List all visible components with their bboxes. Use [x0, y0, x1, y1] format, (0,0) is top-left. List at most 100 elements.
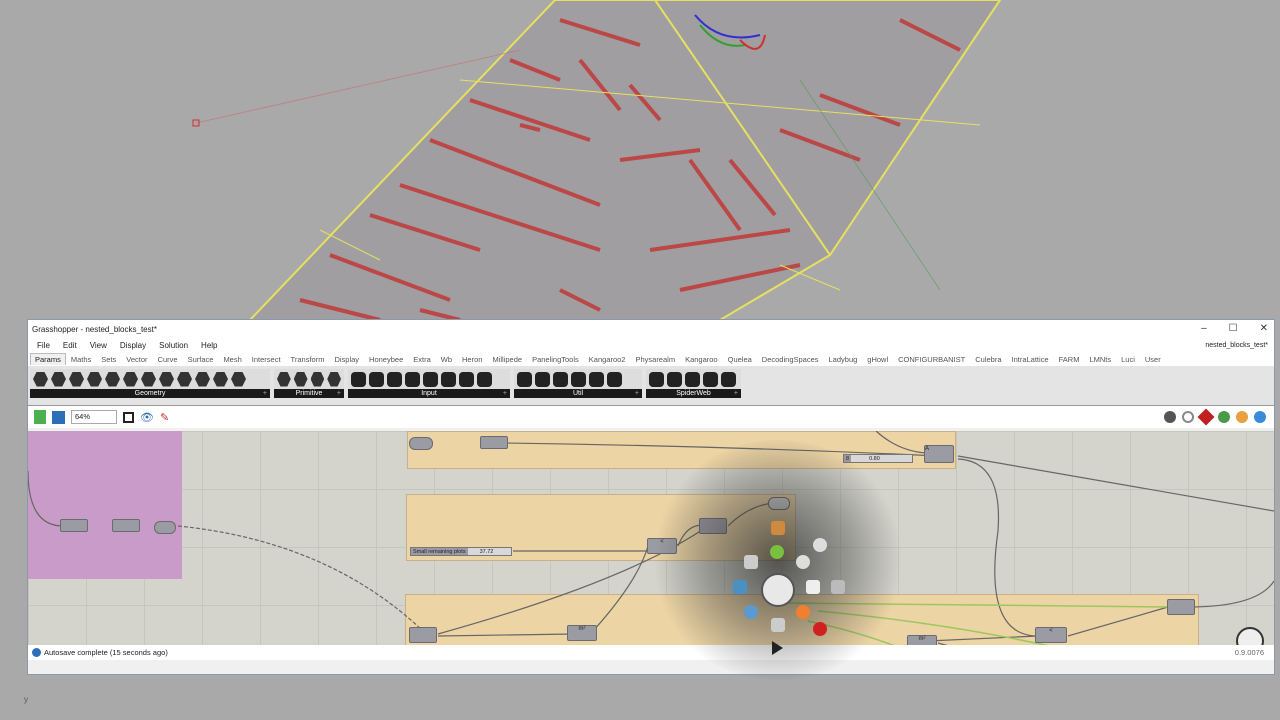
delete-icon[interactable]	[831, 580, 845, 594]
tab-ladybug[interactable]: Ladybug	[824, 355, 863, 364]
component-icon[interactable]	[277, 371, 291, 387]
save-file-icon[interactable]	[52, 410, 65, 424]
component-icon[interactable]	[159, 371, 174, 387]
tab-farm[interactable]: FARM	[1054, 355, 1085, 364]
radial-center-button[interactable]	[761, 573, 795, 607]
tab-display[interactable]: Display	[329, 355, 364, 364]
component[interactable]	[1167, 599, 1195, 615]
tab-extra[interactable]: Extra	[408, 355, 436, 364]
tab-lmnts[interactable]: LMNts	[1084, 355, 1116, 364]
component-icon[interactable]	[387, 371, 402, 387]
tab-kangaroo2[interactable]: Kangaroo2	[584, 355, 631, 364]
tab-heron[interactable]: Heron	[457, 355, 487, 364]
component[interactable]	[112, 519, 140, 532]
tab-vector[interactable]: Vector	[121, 355, 152, 364]
component-icon[interactable]	[571, 371, 586, 387]
tab-culebra[interactable]: Culebra	[970, 355, 1006, 364]
component-icon[interactable]	[310, 371, 325, 387]
component-icon[interactable]	[477, 371, 492, 387]
tab-intersect[interactable]: Intersect	[247, 355, 286, 364]
tab-surface[interactable]: Surface	[183, 355, 219, 364]
pin-icon[interactable]	[813, 622, 827, 636]
component-icon[interactable]	[369, 371, 384, 387]
close-button[interactable]: ✕	[1260, 323, 1268, 334]
settings-icon[interactable]	[744, 555, 758, 569]
component-icon[interactable]	[33, 371, 48, 387]
component-icon[interactable]	[351, 371, 366, 387]
tab-panelingtools[interactable]: PanelingTools	[527, 355, 584, 364]
component-icon[interactable]	[327, 371, 341, 387]
component-icon[interactable]	[685, 371, 700, 387]
preview-off-icon[interactable]	[1182, 411, 1194, 423]
tab-maths[interactable]: Maths	[66, 355, 96, 364]
tab-configurbanist[interactable]: CONFIGURBANIST	[893, 355, 970, 364]
component-icon[interactable]	[87, 371, 102, 387]
open-file-icon[interactable]	[34, 410, 46, 424]
component-icon[interactable]	[423, 371, 438, 387]
maximize-button[interactable]: ☐	[1229, 323, 1238, 334]
box-icon[interactable]	[771, 521, 785, 535]
component-icon[interactable]	[441, 371, 456, 387]
component-icon[interactable]	[293, 371, 308, 387]
component-icon[interactable]	[105, 371, 120, 387]
panel-label[interactable]: Input	[348, 389, 510, 398]
tab-kangaroo[interactable]: Kangaroo	[680, 355, 723, 364]
component[interactable]	[409, 627, 437, 643]
component-icon[interactable]	[213, 371, 228, 387]
component-icon[interactable]	[607, 371, 622, 387]
component[interactable]	[409, 437, 433, 450]
play-icon[interactable]	[772, 641, 783, 655]
minimize-button[interactable]: –	[1201, 323, 1207, 334]
panel-label[interactable]: Primitive	[274, 389, 344, 398]
panel-label[interactable]: Util	[514, 389, 642, 398]
tab-quelea[interactable]: Quelea	[723, 355, 757, 364]
component-icon[interactable]	[721, 371, 736, 387]
zoom-extents-icon[interactable]	[123, 411, 134, 423]
tab-decodingspaces[interactable]: DecodingSpaces	[757, 355, 824, 364]
helmet-icon[interactable]	[813, 538, 827, 552]
component-icon[interactable]	[123, 371, 138, 387]
menu-view[interactable]: View	[90, 341, 107, 350]
panel-label[interactable]: Geometry	[30, 389, 270, 398]
map-icon[interactable]	[733, 580, 747, 594]
component-icon[interactable]	[459, 371, 474, 387]
component-icon[interactable]	[589, 371, 604, 387]
component-icon[interactable]	[405, 371, 420, 387]
component-icon[interactable]	[667, 371, 682, 387]
component-icon[interactable]	[141, 371, 156, 387]
component-icon[interactable]	[195, 371, 210, 387]
component-icon[interactable]	[703, 371, 718, 387]
preview-mesh-icon[interactable]	[1236, 411, 1248, 423]
preview-shaded-icon[interactable]	[1197, 408, 1215, 426]
zoom-select[interactable]: 64%	[71, 410, 117, 424]
number-slider-small-plots[interactable]: Small remaining plots 37.72	[410, 547, 512, 556]
component[interactable]	[60, 519, 88, 532]
component-icon[interactable]	[553, 371, 568, 387]
component-icon[interactable]	[231, 371, 246, 387]
component-icon[interactable]	[535, 371, 550, 387]
component-less-than[interactable]: <	[1035, 627, 1067, 643]
component-icon[interactable]	[649, 371, 664, 387]
preview-wire-icon[interactable]	[1164, 411, 1176, 423]
component-icon[interactable]	[51, 371, 66, 387]
component[interactable]: A	[924, 445, 954, 463]
bake-icon[interactable]	[806, 580, 820, 594]
cluster-icon[interactable]	[770, 545, 784, 559]
tab-params[interactable]: Params	[30, 353, 66, 365]
tab-ghowl[interactable]: gHowl	[862, 355, 893, 364]
component[interactable]	[154, 521, 176, 534]
preview-selected-icon[interactable]	[1218, 411, 1230, 423]
tab-physarealm[interactable]: Physarealm	[630, 355, 680, 364]
panel-label[interactable]: SpiderWeb	[646, 389, 741, 398]
tab-luci[interactable]: Luci	[1116, 355, 1140, 364]
tab-user[interactable]: User	[1140, 355, 1166, 364]
sketch-pen-icon[interactable]: ✎	[160, 411, 169, 424]
menu-help[interactable]: Help	[201, 341, 217, 350]
component-icon[interactable]	[517, 371, 532, 387]
bake-fire-icon[interactable]	[796, 605, 810, 619]
component-icon[interactable]	[69, 371, 84, 387]
lock-icon[interactable]	[771, 618, 785, 632]
menu-file[interactable]: File	[37, 341, 50, 350]
tab-wb[interactable]: Wb	[436, 355, 457, 364]
tab-curve[interactable]: Curve	[153, 355, 183, 364]
